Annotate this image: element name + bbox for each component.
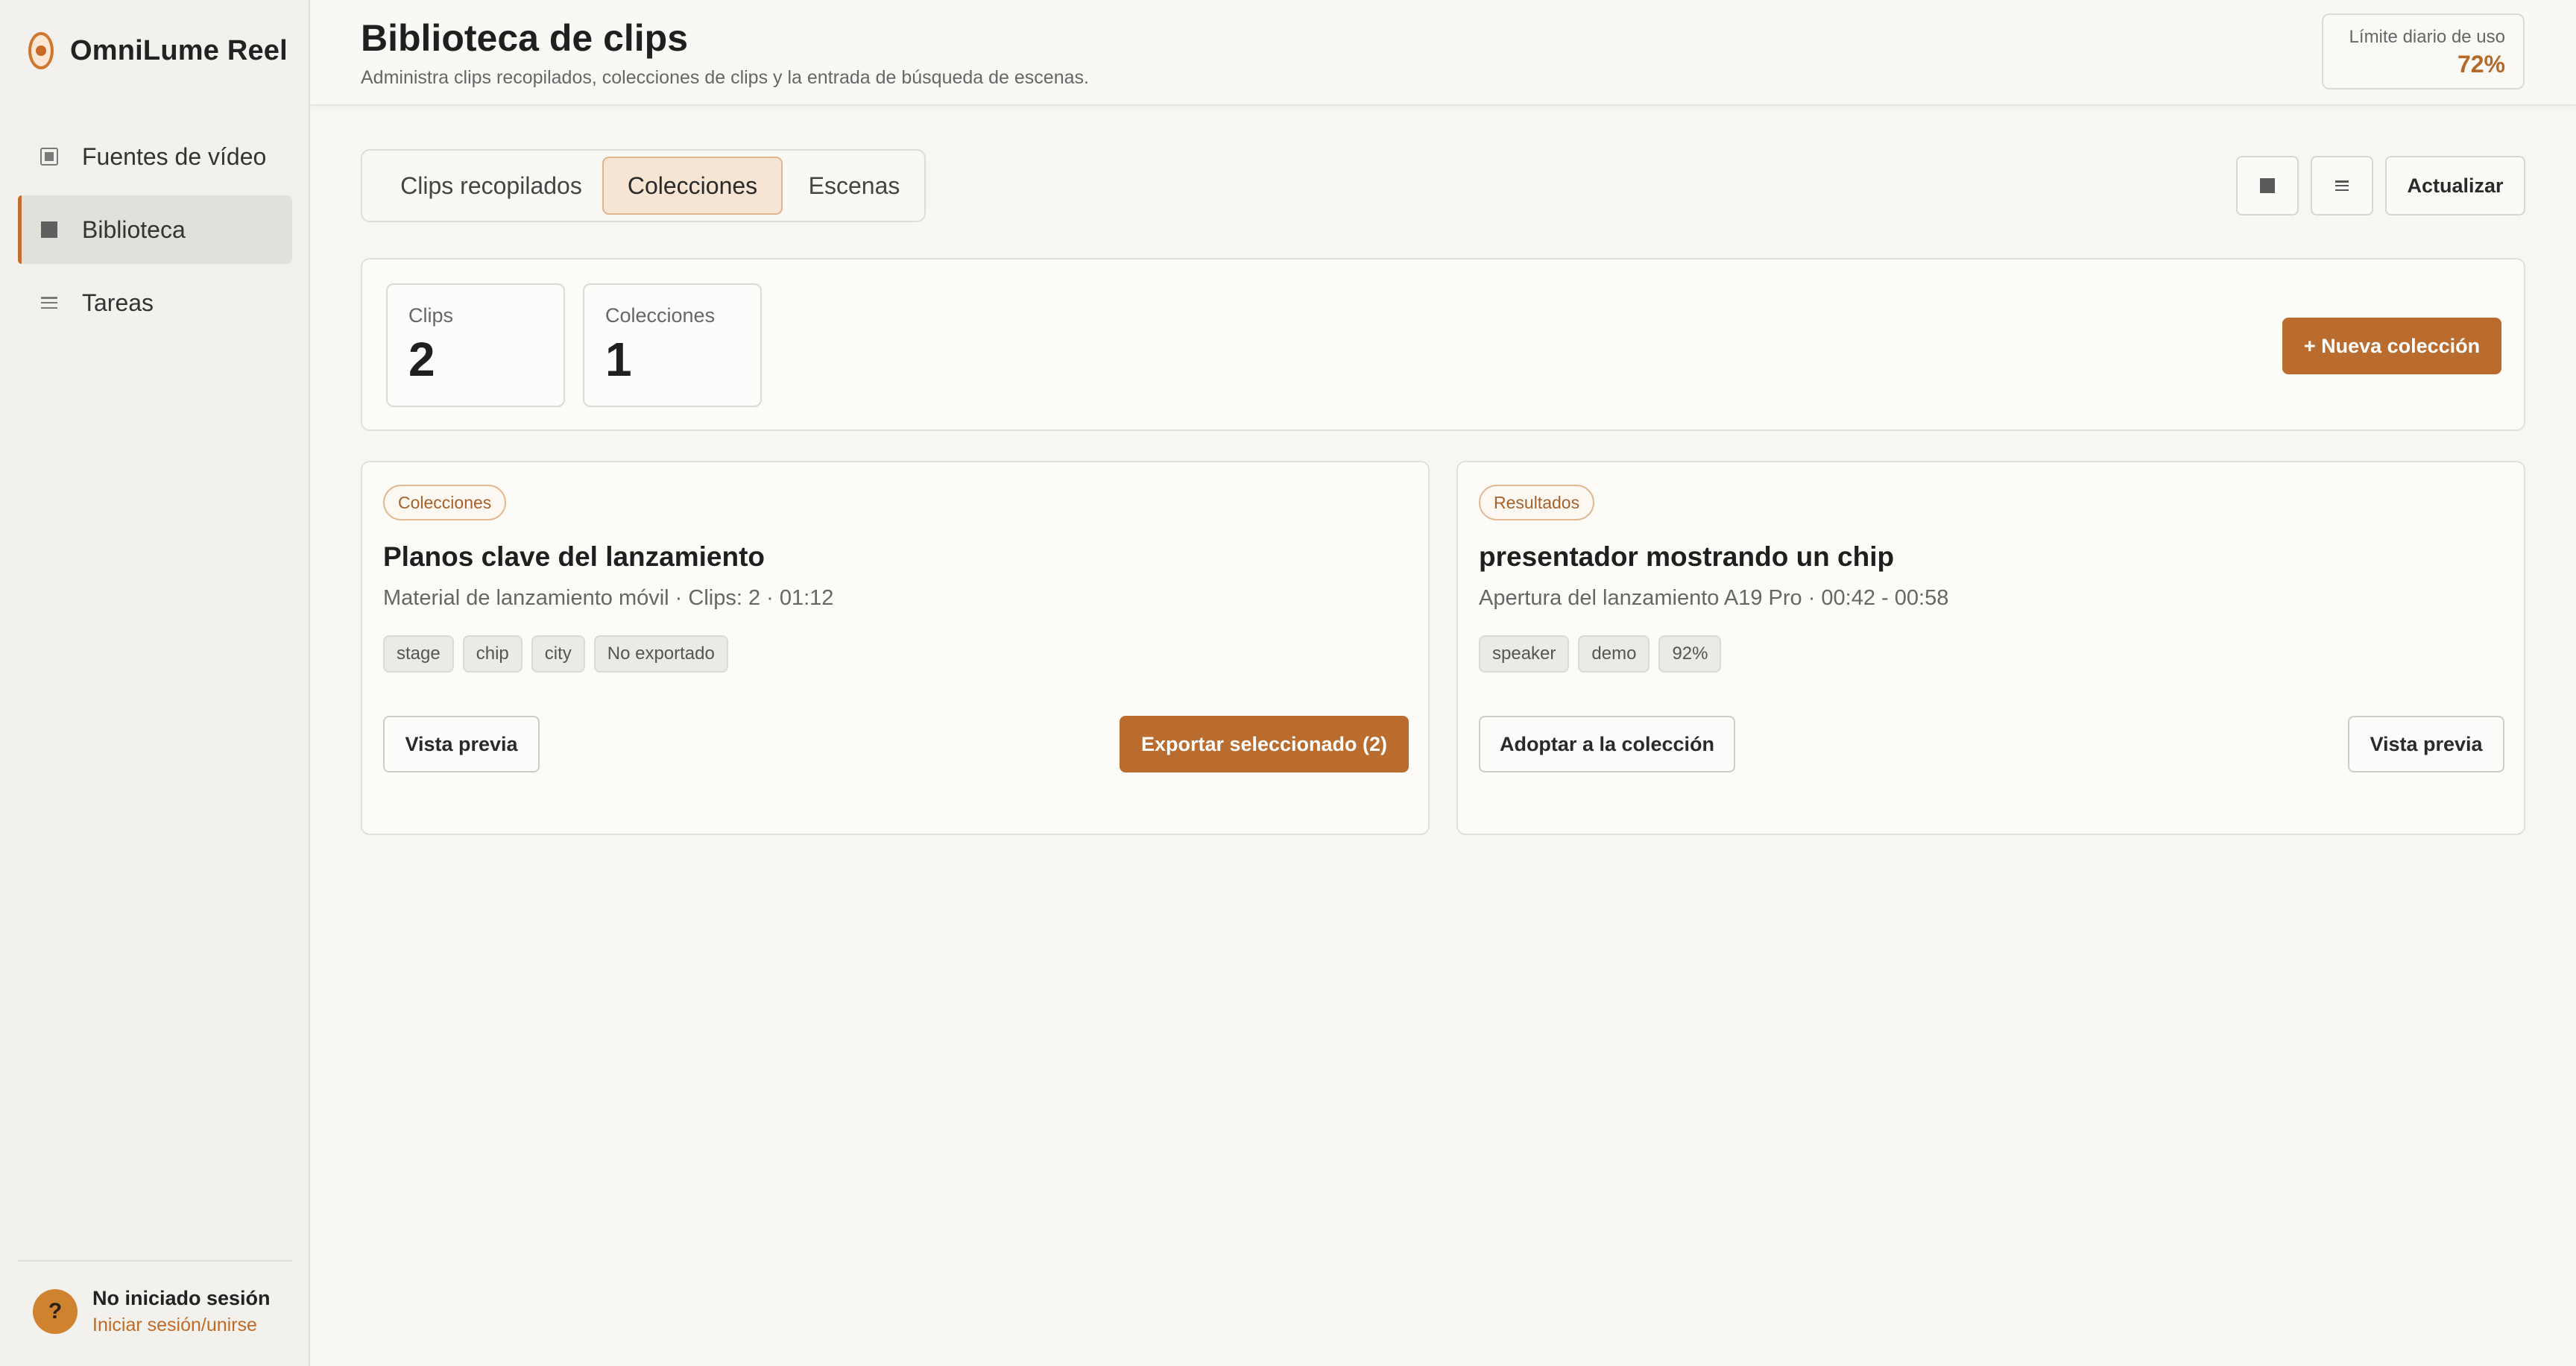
user-panel: ? No iniciado sesión Iniciar sesión/unir… <box>33 1287 271 1336</box>
sidebar-nav: Fuentes de vídeo Biblioteca Tareas <box>18 122 292 342</box>
avatar[interactable]: ? <box>33 1289 78 1334</box>
card-meta: Apertura del lanzamiento A19 Pro · 00:42… <box>1479 586 1949 610</box>
tag: stage <box>383 635 454 673</box>
collection-card: Colecciones Planos clave del lanzamiento… <box>361 461 1430 835</box>
film-icon <box>40 148 58 166</box>
sidebar-item-label: Tareas <box>82 289 154 316</box>
grid-view-button[interactable] <box>2236 156 2299 215</box>
card-tags: speaker demo 92% <box>1479 635 1722 673</box>
stat-value: 1 <box>605 333 632 386</box>
page-subtitle: Administra clips recopilados, coleccione… <box>361 67 1089 88</box>
list-view-button[interactable] <box>2311 156 2373 215</box>
tag: city <box>531 635 585 673</box>
logo-icon <box>28 32 54 69</box>
sidebar-item-tasks[interactable]: Tareas <box>18 268 292 337</box>
library-tabs: Clips recopilados Colecciones Escenas <box>361 149 926 222</box>
tab-collections[interactable]: Colecciones <box>602 157 783 215</box>
list-view-icon <box>2335 180 2349 191</box>
export-selected-button[interactable]: Exportar seleccionado (2) <box>1120 716 1409 772</box>
grid-view-icon <box>2260 178 2275 193</box>
sidebar-item-label: Fuentes de vídeo <box>82 142 267 170</box>
refresh-button[interactable]: Actualizar <box>2385 156 2525 215</box>
tab-collected-clips[interactable]: Clips recopilados <box>370 157 613 215</box>
tag: speaker <box>1479 635 1570 673</box>
page-title: Biblioteca de clips <box>361 17 689 59</box>
quota-label: Límite diario de uso <box>2349 27 2505 47</box>
new-collection-button[interactable]: + Nueva colección <box>2282 318 2501 374</box>
tag: chip <box>462 635 523 673</box>
refresh-label: Actualizar <box>2407 174 2504 197</box>
sidebar-item-label: Biblioteca <box>82 215 186 243</box>
stat-value: 2 <box>408 333 435 386</box>
preview-button[interactable]: Vista previa <box>383 716 540 772</box>
list-icon <box>40 294 58 312</box>
sidebar-item-library[interactable]: Biblioteca <box>18 195 292 264</box>
tab-scenes[interactable]: Escenas <box>790 157 918 215</box>
stat-label: Colecciones <box>605 304 716 327</box>
app-root: OmniLume Reel Fuentes de vídeo Bibliotec… <box>0 0 2576 1366</box>
quota-value: 72% <box>2457 51 2505 78</box>
card-meta: Material de lanzamiento móvil · Clips: 2… <box>383 586 834 610</box>
page-header: Biblioteca de clips Administra clips rec… <box>310 0 2576 106</box>
user-status: No iniciado sesión <box>92 1287 271 1309</box>
stats-panel: Clips 2 Colecciones 1 + Nueva colección <box>361 258 2525 431</box>
card-badge: Colecciones <box>383 485 507 520</box>
sidebar-divider <box>18 1260 292 1262</box>
stat-clips: Clips 2 <box>386 283 565 407</box>
card-title: Planos clave del lanzamiento <box>383 541 765 572</box>
export-status-tag: No exportado <box>593 635 728 673</box>
result-card: Resultados presentador mostrando un chip… <box>1456 461 2525 835</box>
stat-label: Clips <box>408 304 454 327</box>
card-title: presentador mostrando un chip <box>1479 541 1895 572</box>
tag: demo <box>1578 635 1650 673</box>
card-badge: Resultados <box>1479 485 1595 520</box>
sidebar-item-video-sources[interactable]: Fuentes de vídeo <box>18 122 292 191</box>
app-name: OmniLume Reel <box>70 34 288 66</box>
sidebar: OmniLume Reel Fuentes de vídeo Bibliotec… <box>0 0 310 1366</box>
library-icon <box>40 221 58 239</box>
brand[interactable]: OmniLume Reel <box>28 28 288 73</box>
preview-button[interactable]: Vista previa <box>2348 716 2504 772</box>
login-link[interactable]: Iniciar sesión/unirse <box>92 1315 271 1336</box>
stat-collections: Colecciones 1 <box>583 283 762 407</box>
card-tags: stage chip city No exportado <box>383 635 728 673</box>
adopt-to-collection-button[interactable]: Adoptar a la colección <box>1479 716 1735 772</box>
usage-quota-badge: Límite diario de uso 72% <box>2322 13 2525 89</box>
match-score-tag: 92% <box>1658 635 1722 673</box>
